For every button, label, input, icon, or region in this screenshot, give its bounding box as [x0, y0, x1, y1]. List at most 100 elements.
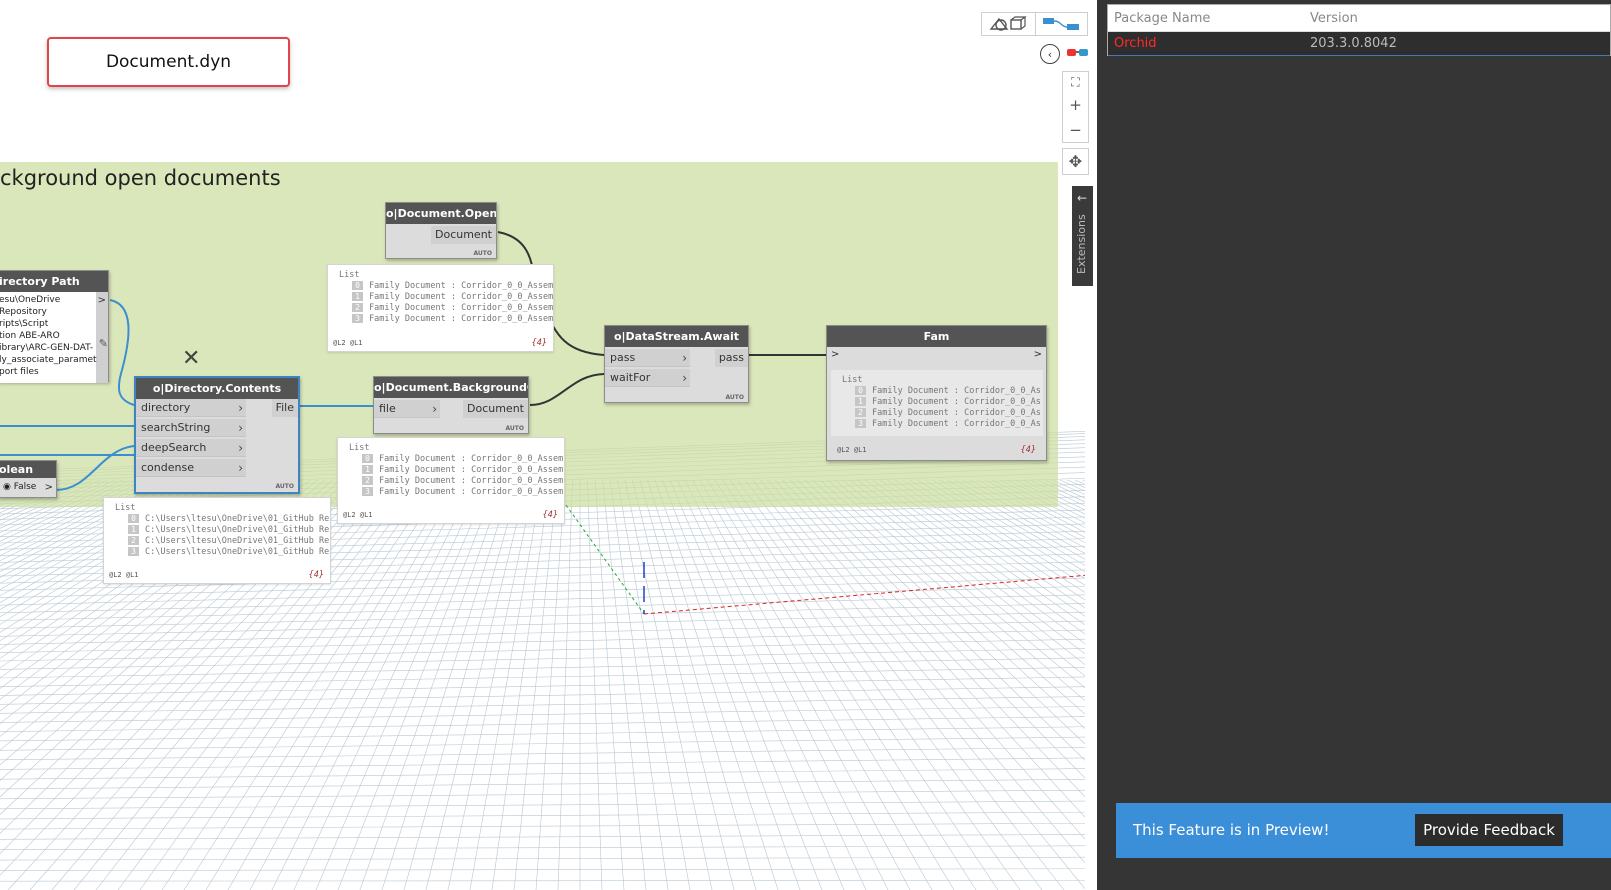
preview-bubble-document-opened[interactable]: List 0 Family Document : Corridor_0_0_Asse… — [327, 264, 554, 352]
list-item[interactable]: 2 Family Document : Corridor_0_0_Assem — [362, 476, 563, 486]
port-wait-for[interactable]: waitFor › — [605, 369, 690, 387]
list-value: Family Document : Corridor_0_0_As — [872, 408, 1041, 418]
tools-icon[interactable]: ✕ — [182, 346, 200, 371]
package-table: Package Name Version Orchid 203.3.0.8042 — [1107, 4, 1611, 56]
fam-count: {4} — [1020, 445, 1036, 455]
wrench-icon[interactable]: ✎ — [99, 337, 108, 350]
watch-preview[interactable]: List 0 Family Document : Corridor_0_0_As 1 F… — [831, 370, 1043, 436]
pan-icon[interactable]: ✥ — [1062, 148, 1089, 175]
extensions-tab[interactable]: ← Extensions — [1072, 186, 1093, 286]
list-item[interactable]: 1 C:\Users\ltesu\OneDrive\01_GitHub Rep — [128, 525, 330, 535]
lacing-tag[interactable]: AUTO — [725, 394, 744, 401]
node-datastream-await[interactable]: o|DataStream.Await pass › waitFor › pass A… — [604, 325, 749, 403]
wire-boolean-to-contents[interactable] — [55, 445, 135, 491]
list-value: Family Document : Corridor_0_0_Assem — [369, 303, 554, 313]
list-item[interactable]: 1 Family Document : Corridor_0_0_Assem — [362, 465, 563, 475]
graph-canvas[interactable]: Document.dyn ckground open documents ire… — [0, 0, 1110, 890]
view-toggle[interactable] — [981, 12, 1088, 36]
table-row[interactable]: Orchid 203.3.0.8042 — [1108, 32, 1610, 56]
lacing-tag[interactable]: AUTO — [275, 483, 294, 490]
port-directory[interactable]: directory › — [136, 399, 246, 417]
port-pass[interactable]: pass › — [605, 349, 690, 367]
list-index: 0 — [352, 281, 363, 290]
zoom-out-icon[interactable]: − — [1069, 121, 1082, 139]
output-chevron-icon[interactable]: > — [45, 482, 53, 493]
list-levels: @L2 @L1 — [109, 571, 139, 579]
preview-bubble-background-open[interactable]: List 0 Family Document : Corridor_0_0_Asse… — [337, 437, 565, 524]
directory-path-text[interactable]: esu\OneDrive Repository ripts\Script tion … — [0, 292, 97, 378]
boolean-radio[interactable]: ◉ False — [3, 482, 36, 492]
preview-message: This Feature is in Preview! — [1133, 821, 1330, 839]
node-boolean[interactable]: olean ◉ False > — [0, 460, 57, 498]
3d-glasses-icon[interactable] — [1065, 43, 1091, 63]
graph-view-icon — [1043, 18, 1080, 30]
port-file-input[interactable]: file › — [374, 400, 440, 418]
list-item[interactable]: 2 Family Document : Corridor_0_0_Assem — [352, 303, 553, 313]
zoom-in-icon[interactable]: + — [1069, 96, 1082, 114]
wire-bgopen-to-await[interactable] — [529, 373, 605, 406]
node-title: o|Document.BackgroundOpen — [374, 377, 528, 398]
list-item[interactable]: 0 Family Document : Corridor_0_0_Assem — [352, 281, 553, 291]
fam-input-port[interactable]: > — [831, 349, 839, 360]
list-item[interactable]: 3 Family Document : Corridor_0_0_As — [855, 419, 1041, 429]
list-value: Family Document : Corridor_0_0_Assem — [369, 292, 554, 302]
list-item[interactable]: 1 Family Document : Corridor_0_0_As — [855, 397, 1041, 407]
red-axis — [643, 574, 1085, 615]
list-item[interactable]: 2 C:\Users\ltesu\OneDrive\01_GitHub Rep — [128, 536, 330, 546]
list-index: 0 — [128, 514, 139, 523]
zoom-fit-icon[interactable]: ⛶ — [1071, 75, 1079, 90]
directory-path-line: ly_associate_paramet — [0, 355, 97, 365]
list-value: C:\Users\ltesu\OneDrive\01_GitHub Rep — [145, 547, 331, 557]
list-levels: @L2 @L1 — [333, 339, 363, 347]
fam-output-port[interactable]: > — [1034, 349, 1042, 360]
lacing-tag[interactable]: AUTO — [505, 425, 524, 432]
port-label: file — [379, 402, 396, 415]
node-document-background-open[interactable]: o|Document.BackgroundOpen file › Document… — [373, 376, 529, 434]
provide-feedback-button[interactable]: Provide Feedback — [1415, 814, 1563, 846]
lacing-tag[interactable]: AUTO — [473, 250, 492, 257]
node-directory-contents[interactable]: o|Directory.Contents directory › searchSt… — [134, 376, 300, 494]
list-item[interactable]: 3 Family Document : Corridor_0_0_Assem — [362, 487, 563, 497]
preview-bubble-directory-contents[interactable]: List 0 C:\Users\ltesu\OneDrive\01_GitHub R… — [103, 497, 331, 584]
list-index: 0 — [362, 454, 373, 463]
list-item[interactable]: 0 C:\Users\ltesu\OneDrive\01_GitHub Rep — [128, 514, 330, 524]
list-item[interactable]: 0 Family Document : Corridor_0_0_Assem — [362, 454, 563, 464]
dynamo-window: Document.dyn ckground open documents ire… — [0, 0, 1611, 890]
arrow-left-icon: ← — [1077, 191, 1088, 205]
port-file[interactable]: File — [271, 399, 298, 417]
node-fam-watch[interactable]: Fam > > List 0 Family Document : Corridor_… — [826, 325, 1047, 461]
column-package-name[interactable]: Package Name — [1114, 5, 1210, 32]
list-title: List — [115, 503, 136, 513]
port-label: searchString — [141, 421, 211, 434]
extensions-label: Extensions — [1075, 214, 1088, 274]
port-label: waitFor — [610, 371, 651, 384]
port-condense[interactable]: condense › — [136, 459, 246, 477]
background-preview-toggle[interactable] — [982, 13, 1035, 35]
node-document-opened[interactable]: o|Document.Opened Document AUTO — [385, 202, 497, 259]
port-document[interactable]: Document — [463, 400, 528, 418]
chevron-right-icon: › — [682, 371, 687, 385]
port-document[interactable]: Document — [431, 226, 496, 244]
radio-icon[interactable]: ◉ — [3, 482, 11, 492]
list-item[interactable]: 3 Family Document : Corridor_0_0_Assem — [352, 314, 553, 324]
port-search-string[interactable]: searchString › — [136, 419, 246, 437]
list-item[interactable]: 2 Family Document : Corridor_0_0_As — [855, 408, 1041, 418]
port-deep-search[interactable]: deepSearch › — [136, 439, 246, 457]
directory-path-line: tion ABE-ARO — [0, 331, 60, 341]
graph-view-toggle[interactable] — [1034, 13, 1088, 35]
wire-path-to-contents[interactable] — [109, 299, 135, 406]
list-item[interactable]: 0 Family Document : Corridor_0_0_As — [855, 386, 1041, 396]
list-item[interactable]: 1 Family Document : Corridor_0_0_Assem — [352, 292, 553, 302]
port-label: pass — [610, 351, 636, 364]
list-value: Family Document : Corridor_0_0_As — [872, 397, 1041, 407]
port-pass-output[interactable]: pass — [714, 349, 748, 367]
list-item[interactable]: 3 C:\Users\ltesu\OneDrive\01_GitHub Rep — [128, 547, 331, 557]
list-index: 2 — [352, 303, 363, 312]
list-value: Family Document : Corridor_0_0_Assem — [369, 281, 554, 291]
output-chevron-icon[interactable]: > — [98, 295, 106, 306]
collapse-icon[interactable]: ‹ — [1040, 44, 1060, 64]
panel-footer — [1097, 858, 1611, 890]
node-directory-path[interactable]: irectory Path esu\OneDrive Repository rip… — [0, 270, 109, 383]
column-version[interactable]: Version — [1310, 5, 1358, 32]
green-axis — [565, 504, 645, 615]
